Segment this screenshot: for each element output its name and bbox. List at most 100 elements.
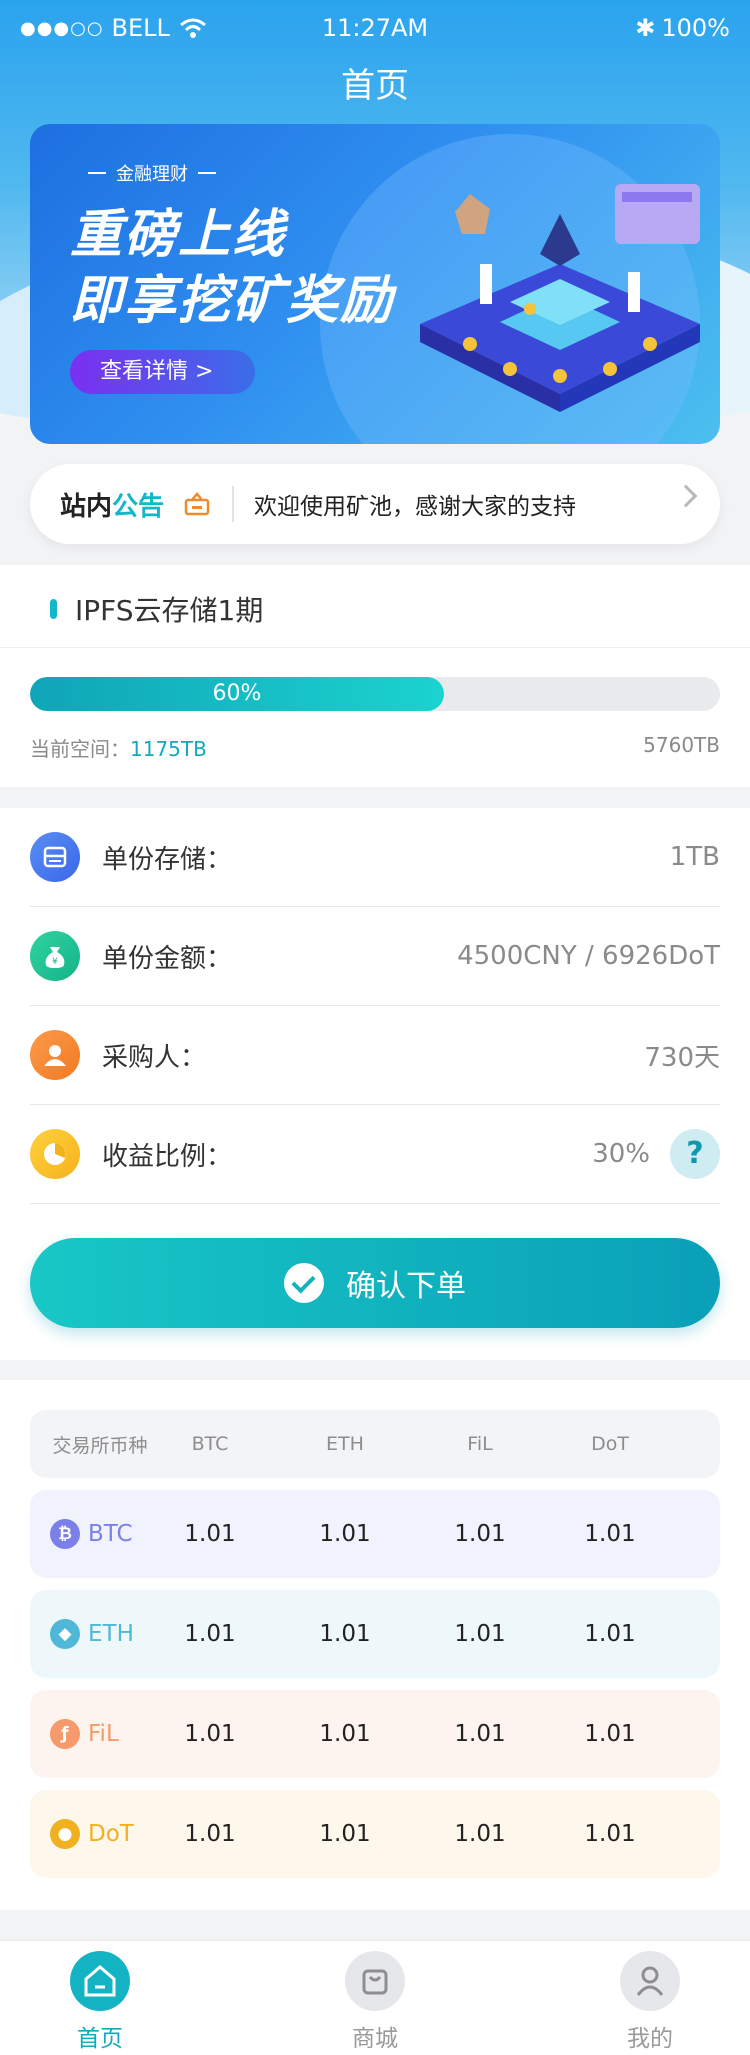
detail-value: 1TB [669, 842, 720, 872]
current-space-label: 当前空间： [30, 737, 130, 761]
table-cell: 1.01 [584, 1621, 636, 1647]
announcement-label: 站内公告 [60, 486, 164, 523]
banner-tag-text: 金融理财 [116, 164, 188, 185]
current-space: 当前空间：1175TB [30, 733, 207, 762]
tab-mine[interactable]: 我的 [590, 1951, 710, 2053]
table-cell: 1.01 [184, 1621, 236, 1647]
bottom-tab-bar: 首页 商城 我的 [0, 1940, 750, 2055]
fil-icon: ƒ [50, 1719, 80, 1749]
pie-chart-icon [30, 1129, 80, 1179]
column-header: DoT [591, 1433, 629, 1455]
capacity-progress-bar: 60% [30, 677, 720, 711]
coin-cell: ● DoT [30, 1790, 180, 1878]
detail-label: 收益比例： [102, 1141, 233, 1172]
banner-tag: 金融理财 [88, 160, 216, 186]
status-bar: ●●●○○ BELL 11:27AM ✱ 100% [0, 0, 750, 56]
bluetooth-icon: ✱ [635, 14, 656, 42]
table-cell: 1.01 [184, 1821, 236, 1847]
product-title: IPFS云存储1期 [50, 589, 263, 629]
coin-name: FiL [88, 1721, 119, 1747]
table-cell: 1.01 [184, 1521, 236, 1547]
help-icon[interactable]: ? [670, 1129, 720, 1179]
table-cell: 1.01 [454, 1821, 506, 1847]
detail-row-amount: ¥ 单份金额： 4500CNY / 6926DoT [30, 907, 720, 1006]
banner-headline: 重磅上线 即享挖矿奖励 [70, 202, 394, 334]
table-cell: 1.01 [319, 1721, 371, 1747]
table-row: ◆ ETH 1.01 1.01 1.01 1.01 [30, 1590, 720, 1678]
tab-home-label: 首页 [77, 2026, 123, 2052]
table-row: ƒ FiL 1.01 1.01 1.01 1.01 [30, 1690, 720, 1778]
title-marker [50, 599, 57, 619]
coin-cell: ◆ ETH [30, 1590, 180, 1678]
table-cell: 1.01 [584, 1721, 636, 1747]
page-title: 首页 [341, 66, 409, 106]
announcement-label-part1: 站内 [60, 491, 113, 522]
view-details-button[interactable]: 查看详情 > [70, 350, 255, 394]
battery-level: 100% [661, 14, 730, 42]
promo-banner[interactable]: 金融理财 重磅上线 即享挖矿奖励 查看详情 > [30, 124, 720, 444]
table-cell: 1.01 [454, 1621, 506, 1647]
banner-headline-line1: 重磅上线 [70, 205, 287, 265]
table-cell: 1.01 [184, 1721, 236, 1747]
check-icon [284, 1263, 324, 1303]
eth-icon: ◆ [50, 1619, 80, 1649]
table-cell: 1.01 [319, 1621, 371, 1647]
table-cell: 1.01 [319, 1821, 371, 1847]
progress-fill: 60% [30, 677, 444, 711]
btc-icon: ₿ [50, 1519, 80, 1549]
detail-label: 单份金额： [102, 943, 233, 974]
coin-cell: ƒ FiL [30, 1690, 180, 1778]
announcement-label-part2: 公告 [112, 491, 165, 522]
tab-mall[interactable]: 商城 [315, 1951, 435, 2053]
battery: ✱ 100% [635, 14, 730, 42]
current-space-value: 1175TB [130, 737, 207, 761]
announcement-icon [184, 492, 210, 516]
column-header: ETH [326, 1433, 364, 1455]
column-header: FiL [467, 1433, 493, 1455]
shopping-bag-icon [345, 1951, 405, 2011]
table-cell: 1.01 [319, 1521, 371, 1547]
table-row: ₿ BTC 1.01 1.01 1.01 1.01 [30, 1490, 720, 1578]
table-cell: 1.01 [584, 1821, 636, 1847]
tab-mall-label: 商城 [352, 2026, 398, 2052]
coin-name: DoT [88, 1821, 134, 1847]
coin-name: ETH [88, 1621, 134, 1647]
money-bag-icon: ¥ [30, 931, 80, 981]
table-row: ● DoT 1.01 1.01 1.01 1.01 [30, 1790, 720, 1878]
tab-home[interactable]: 首页 [40, 1951, 160, 2053]
product-card: IPFS云存储1期 60% 当前空间：1175TB 5760TB [0, 565, 750, 787]
detail-row-buyer: 采购人： 730天 [30, 1006, 720, 1105]
confirm-order-button[interactable]: 确认下单 [30, 1238, 720, 1328]
coin-name: BTC [88, 1521, 133, 1547]
product-title-text: IPFS云存储1期 [75, 594, 264, 627]
detail-value: 4500CNY / 6926DoT [457, 941, 720, 971]
table-cell: 1.01 [454, 1721, 506, 1747]
person-icon [30, 1030, 80, 1080]
order-details-card: 单份存储： 1TB ¥ 单份金额： 4500CNY / 6926DoT 采购人：… [0, 808, 750, 1360]
table-cell: 1.01 [454, 1521, 506, 1547]
table-header: 交易所币种 BTC ETH FiL DoT [30, 1410, 720, 1478]
banner-headline-line2: 即享挖矿奖励 [70, 271, 395, 331]
column-header: 交易所币种 [52, 1434, 148, 1457]
home-icon [70, 1951, 130, 2011]
announcement-text: 欢迎使用矿池，感谢大家的支持 [254, 494, 577, 520]
mining-illustration [420, 184, 700, 412]
table-cell: 1.01 [584, 1521, 636, 1547]
divider [232, 486, 235, 522]
detail-label: 单份存储： [102, 844, 233, 875]
exchange-table-card: 交易所币种 BTC ETH FiL DoT ₿ BTC 1.01 1.01 1.… [0, 1380, 750, 1910]
dot-icon: ● [50, 1819, 80, 1849]
user-icon [620, 1951, 680, 2011]
svg-text:¥: ¥ [52, 957, 58, 967]
announcement-bar[interactable]: 站内公告 欢迎使用矿池，感谢大家的支持 [30, 464, 720, 544]
coin-cell: ₿ BTC [30, 1490, 180, 1578]
detail-row-storage: 单份存储： 1TB [30, 808, 720, 907]
total-space: 5760TB [643, 733, 720, 757]
tab-mine-label: 我的 [627, 2026, 673, 2052]
detail-value: 730天 [644, 1042, 720, 1073]
divider [0, 647, 750, 648]
detail-label: 采购人： [102, 1042, 207, 1073]
detail-row-yield: 收益比例： 30% ? [30, 1105, 720, 1204]
confirm-order-label: 确认下单 [346, 1269, 466, 1304]
chevron-right-icon[interactable] [674, 484, 698, 508]
